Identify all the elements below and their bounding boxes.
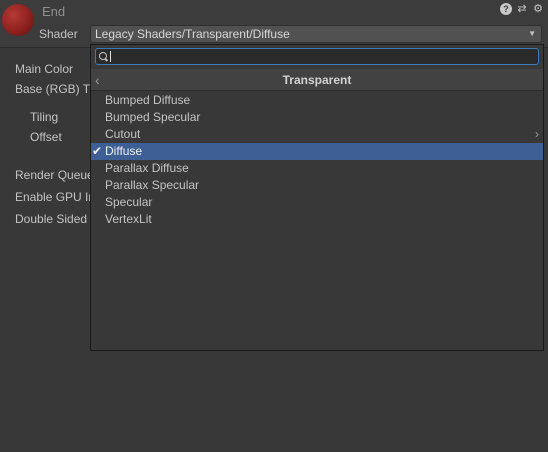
help-icon[interactable]: ? (500, 3, 512, 15)
list-item-label: Bumped Diffuse (105, 93, 191, 107)
chevron-right-icon: › (535, 127, 539, 141)
property-offset: Offset (30, 130, 62, 144)
list-item-label: Parallax Specular (105, 178, 200, 192)
list-item-bumped-specular[interactable]: Bumped Specular (91, 109, 543, 126)
property-tiling: Tiling (30, 110, 59, 124)
shader-list: Bumped Diffuse Bumped Specular Cutout › … (91, 92, 543, 228)
list-item-label: Specular (105, 195, 153, 209)
checkmark-icon: ✔ (92, 144, 103, 158)
property-render-queue: Render Queue (15, 168, 94, 182)
list-item-diffuse[interactable]: ✔ Diffuse (91, 143, 543, 160)
shader-dropdown-value: Legacy Shaders/Transparent/Diffuse (95, 27, 290, 41)
property-enable-gpu-instancing: Enable GPU In (15, 190, 96, 204)
list-item-bumped-diffuse[interactable]: Bumped Diffuse (91, 92, 543, 109)
shader-dropdown[interactable]: Legacy Shaders/Transparent/Diffuse ▼ (90, 25, 542, 43)
list-item-label: Bumped Specular (105, 110, 201, 124)
material-header: End ? ⇄ ⚙ Shader Legacy Shaders/Transpar… (0, 0, 548, 48)
list-item-label: VertexLit (105, 212, 152, 226)
dropdown-arrow-icon: ▼ (528, 29, 536, 38)
property-double-sided: Double Sided (15, 212, 88, 226)
list-item-label: Cutout (105, 127, 141, 141)
material-inspector: End ? ⇄ ⚙ Shader Legacy Shaders/Transpar… (0, 0, 548, 452)
list-item-vertexlit[interactable]: VertexLit (91, 211, 543, 228)
list-item-cutout[interactable]: Cutout › (91, 126, 543, 143)
search-icon (99, 52, 107, 60)
category-title: Transparent (282, 73, 352, 87)
list-item-label: Parallax Diffuse (105, 161, 189, 175)
property-base-texture: Base (RGB) T (15, 82, 91, 96)
category-header: ‹ Transparent (91, 69, 543, 91)
shader-popup: ‹ Transparent Bumped Diffuse Bumped Spec… (90, 44, 544, 351)
settings-icon[interactable]: ⚙ (532, 3, 544, 15)
list-item-parallax-diffuse[interactable]: Parallax Diffuse (91, 160, 543, 177)
preset-icon[interactable]: ⇄ (516, 3, 528, 15)
text-caret (110, 51, 111, 62)
material-name: End (42, 4, 66, 19)
header-icons: ? ⇄ ⚙ (500, 3, 544, 15)
material-preview-icon (2, 4, 34, 36)
search-input[interactable] (95, 48, 539, 65)
list-item-parallax-specular[interactable]: Parallax Specular (91, 177, 543, 194)
list-item-label: Diffuse (105, 144, 143, 158)
property-main-color: Main Color (15, 62, 74, 76)
shader-label: Shader (39, 27, 78, 41)
list-item-specular[interactable]: Specular (91, 194, 543, 211)
